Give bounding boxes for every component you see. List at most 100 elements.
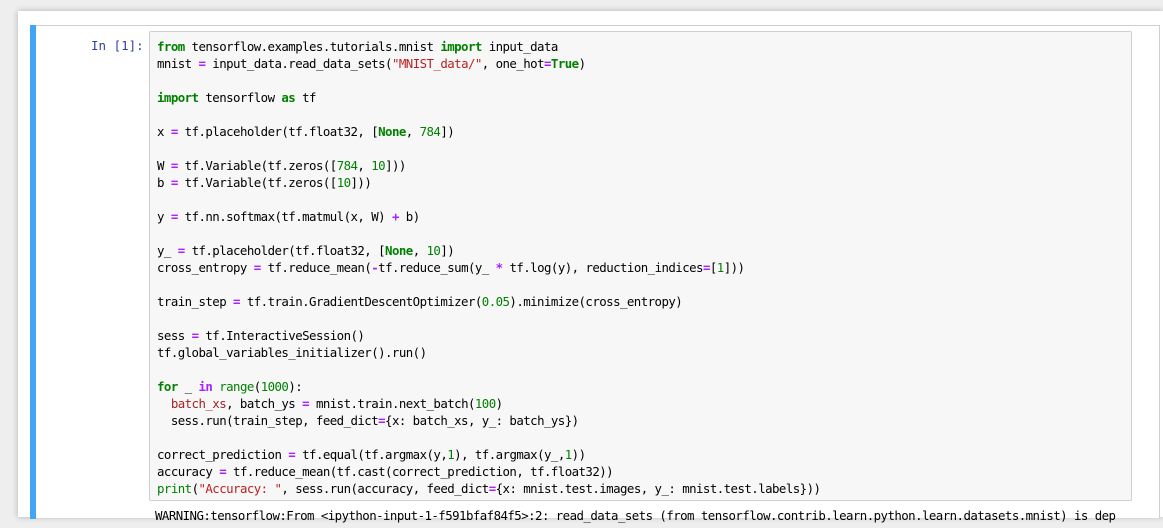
code-token: tf.placeholder(tf.float32, [: [184, 243, 386, 258]
code-token: input_data.read_data_sets(: [205, 56, 392, 71]
code-token: None: [385, 243, 413, 258]
input-prompt: In [1]:: [91, 38, 144, 53]
code-token: x: [157, 124, 171, 139]
code-token: correct_prediction: [157, 447, 289, 462]
notebook-page: In [1]: from tensorflow.examples.tutoria…: [18, 11, 1163, 523]
code-line: cross_entropy = tf.reduce_mean(-tf.reduc…: [157, 259, 1127, 276]
code-token: ])): [385, 158, 406, 173]
code-token: =: [302, 396, 310, 411]
code-line: tf.global_variables_initializer().run(): [157, 344, 1127, 361]
code-token: ])): [350, 175, 372, 190]
code-line: batch_xs, batch_ys = mnist.train.next_ba…: [157, 395, 1127, 412]
code-token: ): [495, 396, 503, 411]
code-token: =: [170, 124, 178, 139]
code-token: 100: [474, 396, 496, 411]
code-token: tf.nn.softmax(tf.matmul(x, W): [177, 209, 392, 224]
code-line: x = tf.placeholder(tf.float32, [None, 78…: [157, 123, 1127, 140]
code-token: y: [157, 209, 171, 224]
code-token: import: [440, 39, 482, 54]
code-token: tf.reduce_mean(tf.cast(correct_predictio…: [226, 464, 614, 479]
code-token: tf.InteractiveSession(): [198, 328, 365, 343]
code-token: 1: [564, 447, 572, 462]
code-line: from tensorflow.examples.tutorials.mnist…: [157, 38, 1127, 55]
code-token: =: [177, 243, 185, 258]
code-token: tf.log(y), reduction_indices: [502, 260, 703, 275]
code-token: tf.placeholder(tf.float32, [: [177, 124, 379, 139]
cell-selection-indicator: [30, 25, 36, 519]
code-token: 1: [716, 260, 724, 275]
code-line: accuracy = tf.reduce_mean(tf.cast(correc…: [157, 463, 1127, 480]
code-token: =: [253, 260, 261, 275]
code-token: train_step: [157, 294, 234, 309]
code-token: =: [702, 260, 710, 275]
code-token: 10: [426, 243, 441, 258]
code-token: 784: [336, 158, 358, 173]
code-line: train_step = tf.train.GradientDescentOpt…: [157, 293, 1127, 310]
code-token: tensorflow: [198, 90, 282, 105]
code-token: ,: [357, 158, 372, 173]
code-token: import: [157, 90, 199, 105]
cell-output: WARNING:tensorflow:From <ipython-input-1…: [155, 508, 1116, 523]
code-token: 784: [419, 124, 441, 139]
code-token: batch_xs: [170, 396, 227, 411]
code-token: tf.train.GradientDescentOptimizer(: [239, 294, 482, 309]
code-token: (: [253, 379, 261, 394]
code-token: =: [378, 413, 386, 428]
code-token: W: [157, 158, 171, 173]
code-line: mnist = input_data.read_data_sets("MNIST…: [157, 55, 1127, 72]
code-editor[interactable]: from tensorflow.examples.tutorials.mnist…: [149, 31, 1132, 501]
code-line: sess.run(train_step, feed_dict={x: batch…: [157, 412, 1127, 429]
code-line: y = tf.nn.softmax(tf.matmul(x, W) + b): [157, 208, 1127, 225]
code-token: 10: [336, 175, 351, 190]
code-token: range: [219, 379, 254, 394]
code-token: input_data: [481, 39, 559, 54]
code-token: accuracy: [157, 464, 220, 479]
code-token: =: [544, 56, 551, 71]
code-token: =: [233, 294, 240, 309]
code-token: tf.reduce_mean(: [260, 260, 372, 275]
code-token: b): [398, 209, 420, 224]
code-token: , one_hot: [481, 56, 545, 71]
code-token: "MNIST_data/": [391, 56, 482, 71]
code-token: tf.equal(tf.argmax(y,: [295, 447, 448, 462]
code-text[interactable]: from tensorflow.examples.tutorials.mnist…: [157, 38, 1127, 497]
code-token: =: [170, 175, 178, 190]
code-token: sess: [157, 328, 192, 343]
code-token: ), tf.argmax(y_,: [454, 447, 565, 462]
code-token: 1000: [260, 379, 289, 394]
code-token: y_: [157, 243, 178, 258]
code-token: tf.Variable(tf.zeros([: [177, 175, 338, 190]
code-token: ]): [440, 243, 455, 258]
code-token: mnist: [157, 56, 199, 71]
code-token: tf.global_variables_initializer().run(): [157, 345, 427, 360]
code-token: ]): [440, 124, 455, 139]
code-token: )): [571, 447, 586, 462]
code-token: ):: [288, 379, 303, 394]
code-token: ): [578, 56, 586, 71]
code-token: print: [157, 481, 192, 496]
code-token: *: [495, 260, 503, 275]
code-token: _: [177, 379, 199, 394]
code-token: , batch_ys: [226, 396, 303, 411]
code-token: {x: batch_xs, y_: batch_ys}): [385, 413, 579, 428]
code-token: True: [550, 56, 579, 71]
code-cell[interactable]: In [1]: from tensorflow.examples.tutoria…: [30, 25, 1160, 523]
code-token: tf: [295, 90, 316, 105]
code-token: cross_entropy: [157, 260, 254, 275]
code-token: ,: [405, 124, 420, 139]
code-token: [: [709, 260, 717, 275]
code-token: mnist.train.next_batch(: [309, 396, 475, 411]
code-token: =: [170, 158, 178, 173]
code-line: correct_prediction = tf.equal(tf.argmax(…: [157, 446, 1127, 463]
code-token: =: [488, 481, 496, 496]
code-token: b: [157, 175, 171, 190]
code-token: for: [157, 379, 178, 394]
